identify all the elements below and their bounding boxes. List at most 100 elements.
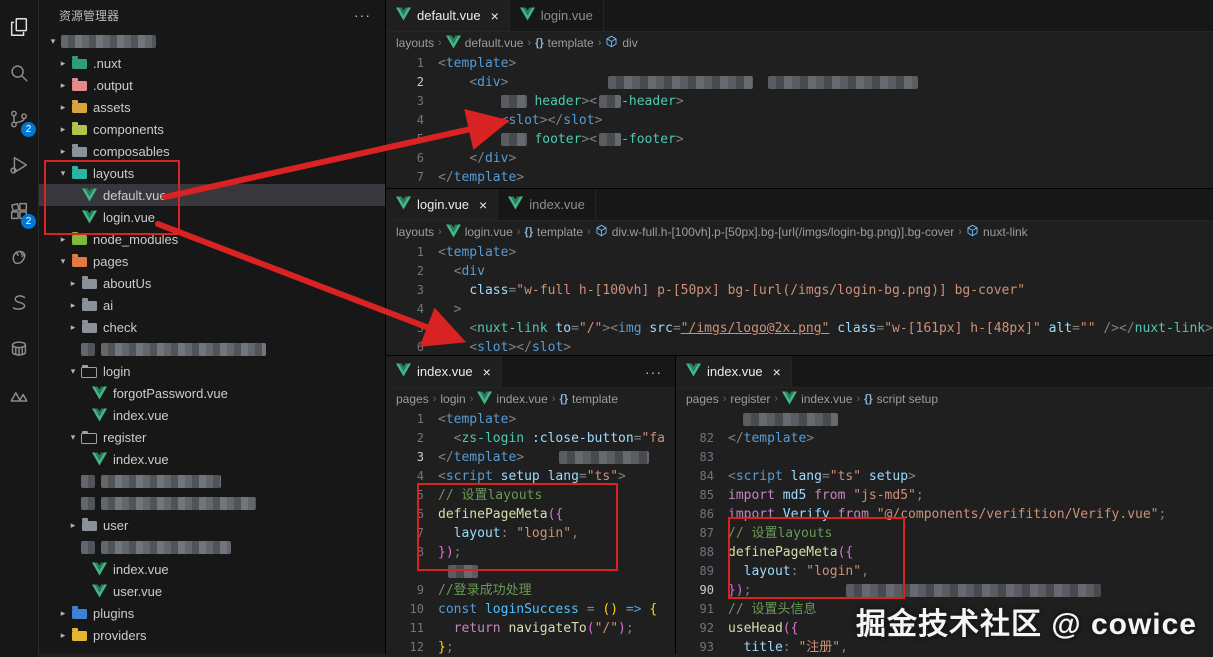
- code-line: 1 <template>: [386, 54, 1213, 73]
- tree-item-index-vue[interactable]: index.vue: [39, 558, 385, 580]
- breadcrumb-item[interactable]: pages: [686, 392, 719, 406]
- braces-symbol-icon: {}: [864, 393, 873, 405]
- run-debug-icon[interactable]: [0, 142, 38, 188]
- tab-bar: default.vue × login.vue: [386, 0, 1213, 32]
- tree-item--output[interactable]: ▸ .output: [39, 74, 385, 96]
- line-content: };: [438, 638, 676, 654]
- editor-actions-icon[interactable]: ···: [631, 356, 676, 387]
- folder-plugins-icon: [71, 605, 87, 621]
- breadcrumb-item[interactable]: index.vue: [477, 390, 548, 408]
- tree-item-censored[interactable]: [39, 338, 385, 360]
- tab-login-vue[interactable]: login.vue: [509, 0, 604, 31]
- tree-item-check[interactable]: ▸ check: [39, 316, 385, 338]
- code-token: /></: [1103, 321, 1135, 336]
- close-icon[interactable]: ×: [479, 198, 487, 212]
- tree-item-layouts[interactable]: ▾ layouts: [39, 162, 385, 184]
- breadcrumb-item[interactable]: login: [440, 392, 465, 406]
- code-line: [386, 562, 676, 581]
- extension-paw-icon[interactable]: [0, 234, 38, 280]
- tree-item-censored[interactable]: ▾: [39, 30, 385, 52]
- breadcrumb-item[interactable]: {} template: [559, 392, 618, 406]
- tree-item-user-vue[interactable]: user.vue: [39, 580, 385, 602]
- line-content: <script setup lang="ts">: [438, 467, 676, 486]
- code-area[interactable]: 1 <template> 2 <zs-login :close-button="fa…: [386, 410, 676, 654]
- code-token: >: [563, 340, 572, 355]
- breadcrumb-item[interactable]: div.w-full.h-[100vh].p-[50px].bg-[url(/i…: [595, 224, 954, 240]
- code-token: </: [438, 170, 454, 185]
- line-number: 89: [699, 564, 714, 578]
- code-token: div: [461, 264, 485, 279]
- breadcrumb-item[interactable]: default.vue: [445, 34, 524, 52]
- tab-index-vue[interactable]: index.vue ×: [386, 356, 502, 387]
- code-area[interactable]: 1 <template> 2 <div> 3 header>< -header> 4 <s…: [386, 54, 1213, 187]
- tree-item-assets[interactable]: ▸ assets: [39, 96, 385, 118]
- more-actions-icon[interactable]: ···: [354, 7, 371, 23]
- chevron-right-icon: ▸: [60, 607, 66, 618]
- tree-item-censored[interactable]: [39, 536, 385, 558]
- breadcrumb-item[interactable]: register: [730, 392, 770, 406]
- code-area[interactable]: 82 </template> 83 84 <script lang="ts" setup…: [676, 410, 1213, 654]
- close-icon[interactable]: ×: [773, 365, 781, 379]
- chevron-right-icon: ▸: [60, 629, 66, 640]
- tree-item-plugins[interactable]: ▸ plugins: [39, 602, 385, 624]
- breadcrumb-item[interactable]: {} template: [524, 225, 583, 239]
- code-token: }): [728, 583, 744, 598]
- extension-mountains-icon[interactable]: [0, 372, 38, 418]
- breadcrumb-item[interactable]: nuxt-link: [966, 224, 1028, 240]
- tree-item-node_modules[interactable]: ▸ node_modules: [39, 228, 385, 250]
- breadcrumb-label: pages: [396, 392, 429, 406]
- tab-default-vue[interactable]: default.vue ×: [386, 0, 510, 31]
- tree-item-login-vue[interactable]: login.vue: [39, 206, 385, 228]
- tab-index-vue[interactable]: index.vue: [498, 189, 596, 220]
- extension-box-icon[interactable]: [0, 326, 38, 372]
- line-content: useHead({: [728, 619, 1213, 638]
- breadcrumb-item[interactable]: div: [605, 35, 638, 51]
- code-token: to: [555, 321, 572, 336]
- breadcrumb-separator: ›: [774, 393, 779, 405]
- breadcrumb-item[interactable]: {} template: [535, 36, 594, 50]
- tree-item--nuxt[interactable]: ▸ .nuxt: [39, 52, 385, 74]
- tree-item-aboutUs[interactable]: ▸ aboutUs: [39, 272, 385, 294]
- breadcrumb-item[interactable]: {} script setup: [864, 392, 938, 406]
- code-token: <: [438, 412, 446, 427]
- breadcrumb-label: default.vue: [464, 36, 524, 50]
- chevron-right-icon: ▸: [60, 123, 66, 134]
- breadcrumb-item[interactable]: pages: [396, 392, 429, 406]
- tree-item-forgotPassword-vue[interactable]: forgotPassword.vue: [39, 382, 385, 404]
- tree-item-register[interactable]: ▾ register: [39, 426, 385, 448]
- search-icon[interactable]: [0, 50, 38, 96]
- breadcrumb-label: layouts: [396, 225, 435, 239]
- code-area[interactable]: 1 <template> 2 <div 3 class="w-full h-[100v…: [386, 243, 1213, 356]
- extension-s-icon[interactable]: [0, 280, 38, 326]
- breadcrumb-item[interactable]: layouts: [396, 36, 434, 50]
- tree-item-composables[interactable]: ▸ composables: [39, 140, 385, 162]
- close-icon[interactable]: ×: [483, 365, 491, 379]
- line-number: 87: [699, 526, 714, 540]
- explorer-icon[interactable]: [0, 4, 38, 50]
- tree-item-ai[interactable]: ▸ ai: [39, 294, 385, 316]
- tree-item-censored[interactable]: [39, 470, 385, 492]
- breadcrumb-item[interactable]: login.vue: [445, 223, 513, 241]
- tab-login-vue[interactable]: login.vue ×: [386, 189, 499, 220]
- source-control-icon[interactable]: 2: [0, 96, 38, 142]
- breadcrumb-item[interactable]: index.vue: [782, 390, 852, 408]
- tree-item-index-vue[interactable]: index.vue: [39, 404, 385, 426]
- breadcrumb-item[interactable]: layouts: [396, 225, 434, 239]
- tree-item-components[interactable]: ▸ components: [39, 118, 385, 140]
- tree-item-default-vue[interactable]: default.vue: [39, 184, 385, 206]
- code-line: 1 <template>: [386, 410, 676, 429]
- tree-item-index-vue[interactable]: index.vue: [39, 448, 385, 470]
- tree-item-login[interactable]: ▾ login: [39, 360, 385, 382]
- tree-item-providers[interactable]: ▸ providers: [39, 624, 385, 646]
- tree-item-label: node_modules: [93, 231, 179, 247]
- code-token: (): [602, 602, 619, 617]
- close-icon[interactable]: ×: [491, 9, 499, 23]
- tree-item-censored[interactable]: [39, 492, 385, 514]
- extensions-icon[interactable]: 2: [0, 188, 38, 234]
- tree-item-pages[interactable]: ▾ pages: [39, 250, 385, 272]
- code-token: =: [876, 321, 885, 336]
- tab-index-vue[interactable]: index.vue ×: [676, 356, 792, 387]
- tree-item-user[interactable]: ▸ user: [39, 514, 385, 536]
